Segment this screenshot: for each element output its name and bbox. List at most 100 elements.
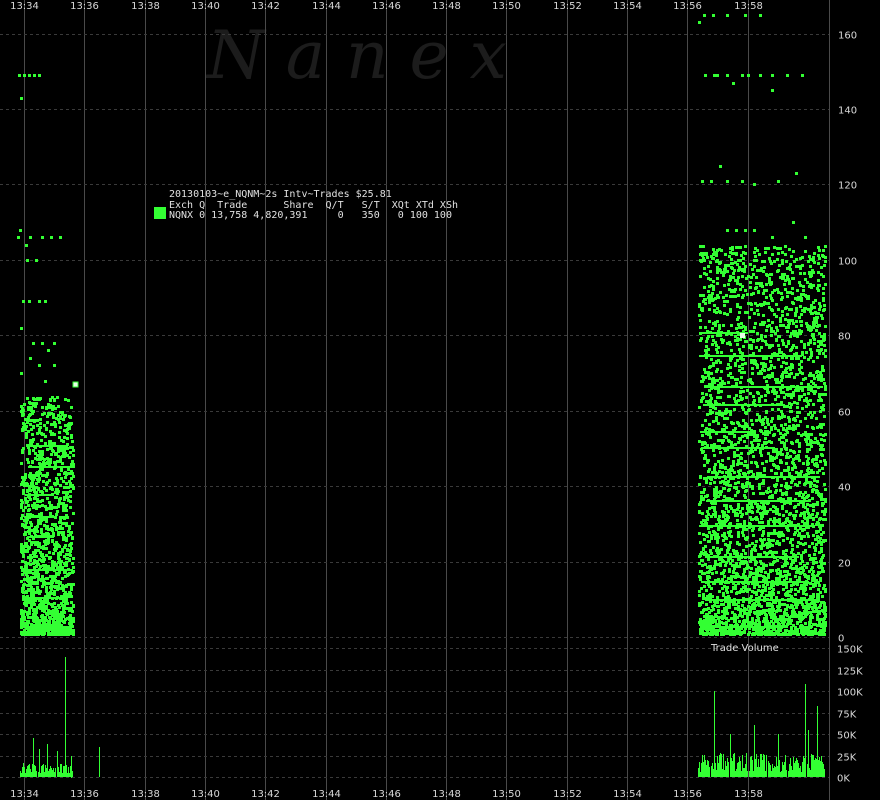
trade-point bbox=[22, 489, 25, 492]
trade-point bbox=[72, 557, 75, 560]
trade-point bbox=[761, 444, 764, 447]
trade-point bbox=[43, 458, 46, 461]
trade-point bbox=[701, 375, 704, 378]
trade-point bbox=[753, 312, 756, 315]
trade-point bbox=[824, 349, 827, 352]
trade-point bbox=[798, 459, 801, 462]
trade-point bbox=[69, 554, 72, 557]
trade-point bbox=[803, 307, 806, 310]
trade-point bbox=[776, 378, 779, 381]
trade-point bbox=[772, 510, 775, 513]
trade-point bbox=[51, 605, 54, 608]
trade-point bbox=[69, 592, 72, 595]
trade-point bbox=[737, 605, 740, 608]
trade-point bbox=[786, 537, 789, 540]
trade-point bbox=[743, 440, 746, 443]
trade-point bbox=[729, 275, 732, 278]
trade-point bbox=[63, 436, 66, 439]
trade-point bbox=[813, 411, 816, 414]
trade-point bbox=[799, 284, 802, 287]
trade-point bbox=[814, 623, 817, 626]
trade-point bbox=[768, 594, 771, 597]
trade-point bbox=[812, 509, 815, 512]
trade-point bbox=[776, 559, 779, 562]
trade-point bbox=[32, 588, 35, 591]
trade-point bbox=[768, 541, 771, 544]
trade-point bbox=[38, 599, 41, 602]
trade-point bbox=[813, 324, 816, 327]
trade-point bbox=[812, 403, 815, 406]
trade-point bbox=[782, 361, 785, 364]
trade-point bbox=[33, 502, 36, 505]
trade-point bbox=[716, 472, 719, 475]
trade-point bbox=[722, 274, 725, 277]
trade-point bbox=[708, 294, 711, 297]
trade-point bbox=[36, 581, 39, 584]
trade-point bbox=[798, 481, 801, 484]
trade-point bbox=[700, 587, 703, 590]
trade-point bbox=[752, 339, 755, 342]
trade-point bbox=[801, 407, 804, 410]
trade-point bbox=[55, 513, 58, 516]
trade-point bbox=[806, 562, 809, 565]
trade-point bbox=[821, 510, 824, 513]
trade-point bbox=[21, 451, 24, 454]
trade-point bbox=[42, 480, 45, 483]
trade-point bbox=[700, 491, 703, 494]
trade-point bbox=[701, 424, 704, 427]
trade-point bbox=[814, 441, 817, 444]
trade-point bbox=[730, 324, 733, 327]
trade-point bbox=[704, 371, 707, 374]
trade-point bbox=[795, 258, 798, 261]
trade-point bbox=[743, 569, 746, 572]
trade-point bbox=[714, 601, 717, 604]
trade-point bbox=[822, 378, 825, 381]
trade-point bbox=[708, 433, 711, 436]
trade-point bbox=[37, 589, 40, 592]
trade-point bbox=[721, 510, 724, 513]
trade-point bbox=[723, 585, 726, 588]
trade-point bbox=[823, 628, 826, 631]
trade-point bbox=[707, 459, 710, 462]
trade-point bbox=[69, 506, 72, 509]
trade-point bbox=[738, 369, 741, 372]
trade-point bbox=[765, 441, 768, 444]
trade-point bbox=[791, 301, 794, 304]
trade-point bbox=[807, 632, 810, 635]
trade-point bbox=[782, 588, 785, 591]
trade-point bbox=[748, 408, 751, 411]
trade-point bbox=[60, 469, 63, 472]
trade-point bbox=[776, 329, 779, 332]
trade-point bbox=[762, 292, 765, 295]
trade-point bbox=[740, 452, 743, 455]
trade-point bbox=[773, 352, 776, 355]
trade-point bbox=[46, 600, 49, 603]
trade-point bbox=[755, 419, 758, 422]
trade-point bbox=[775, 472, 778, 475]
trade-point bbox=[745, 545, 748, 548]
trade-point bbox=[779, 247, 782, 250]
trade-point bbox=[755, 282, 758, 285]
trade-point bbox=[800, 470, 803, 473]
trade-point bbox=[792, 344, 795, 347]
trade-point bbox=[781, 314, 784, 317]
trade-point bbox=[32, 562, 35, 565]
trade-point bbox=[794, 575, 797, 578]
trade-point bbox=[817, 340, 820, 343]
trade-point bbox=[729, 553, 732, 556]
trade-point bbox=[795, 606, 798, 609]
chart-grid bbox=[0, 0, 829, 800]
trade-point bbox=[796, 545, 799, 548]
trade-point bbox=[713, 494, 716, 497]
trade-point bbox=[733, 567, 736, 570]
trade-point bbox=[70, 470, 73, 473]
trade-point bbox=[797, 552, 800, 555]
trade-point bbox=[62, 440, 65, 443]
trade-point bbox=[754, 612, 757, 615]
trade-point bbox=[55, 526, 58, 529]
trade-point bbox=[776, 270, 779, 273]
trade-point bbox=[729, 522, 732, 525]
trade-point bbox=[45, 586, 48, 589]
trade-point bbox=[756, 391, 759, 394]
trade-point bbox=[40, 439, 43, 442]
